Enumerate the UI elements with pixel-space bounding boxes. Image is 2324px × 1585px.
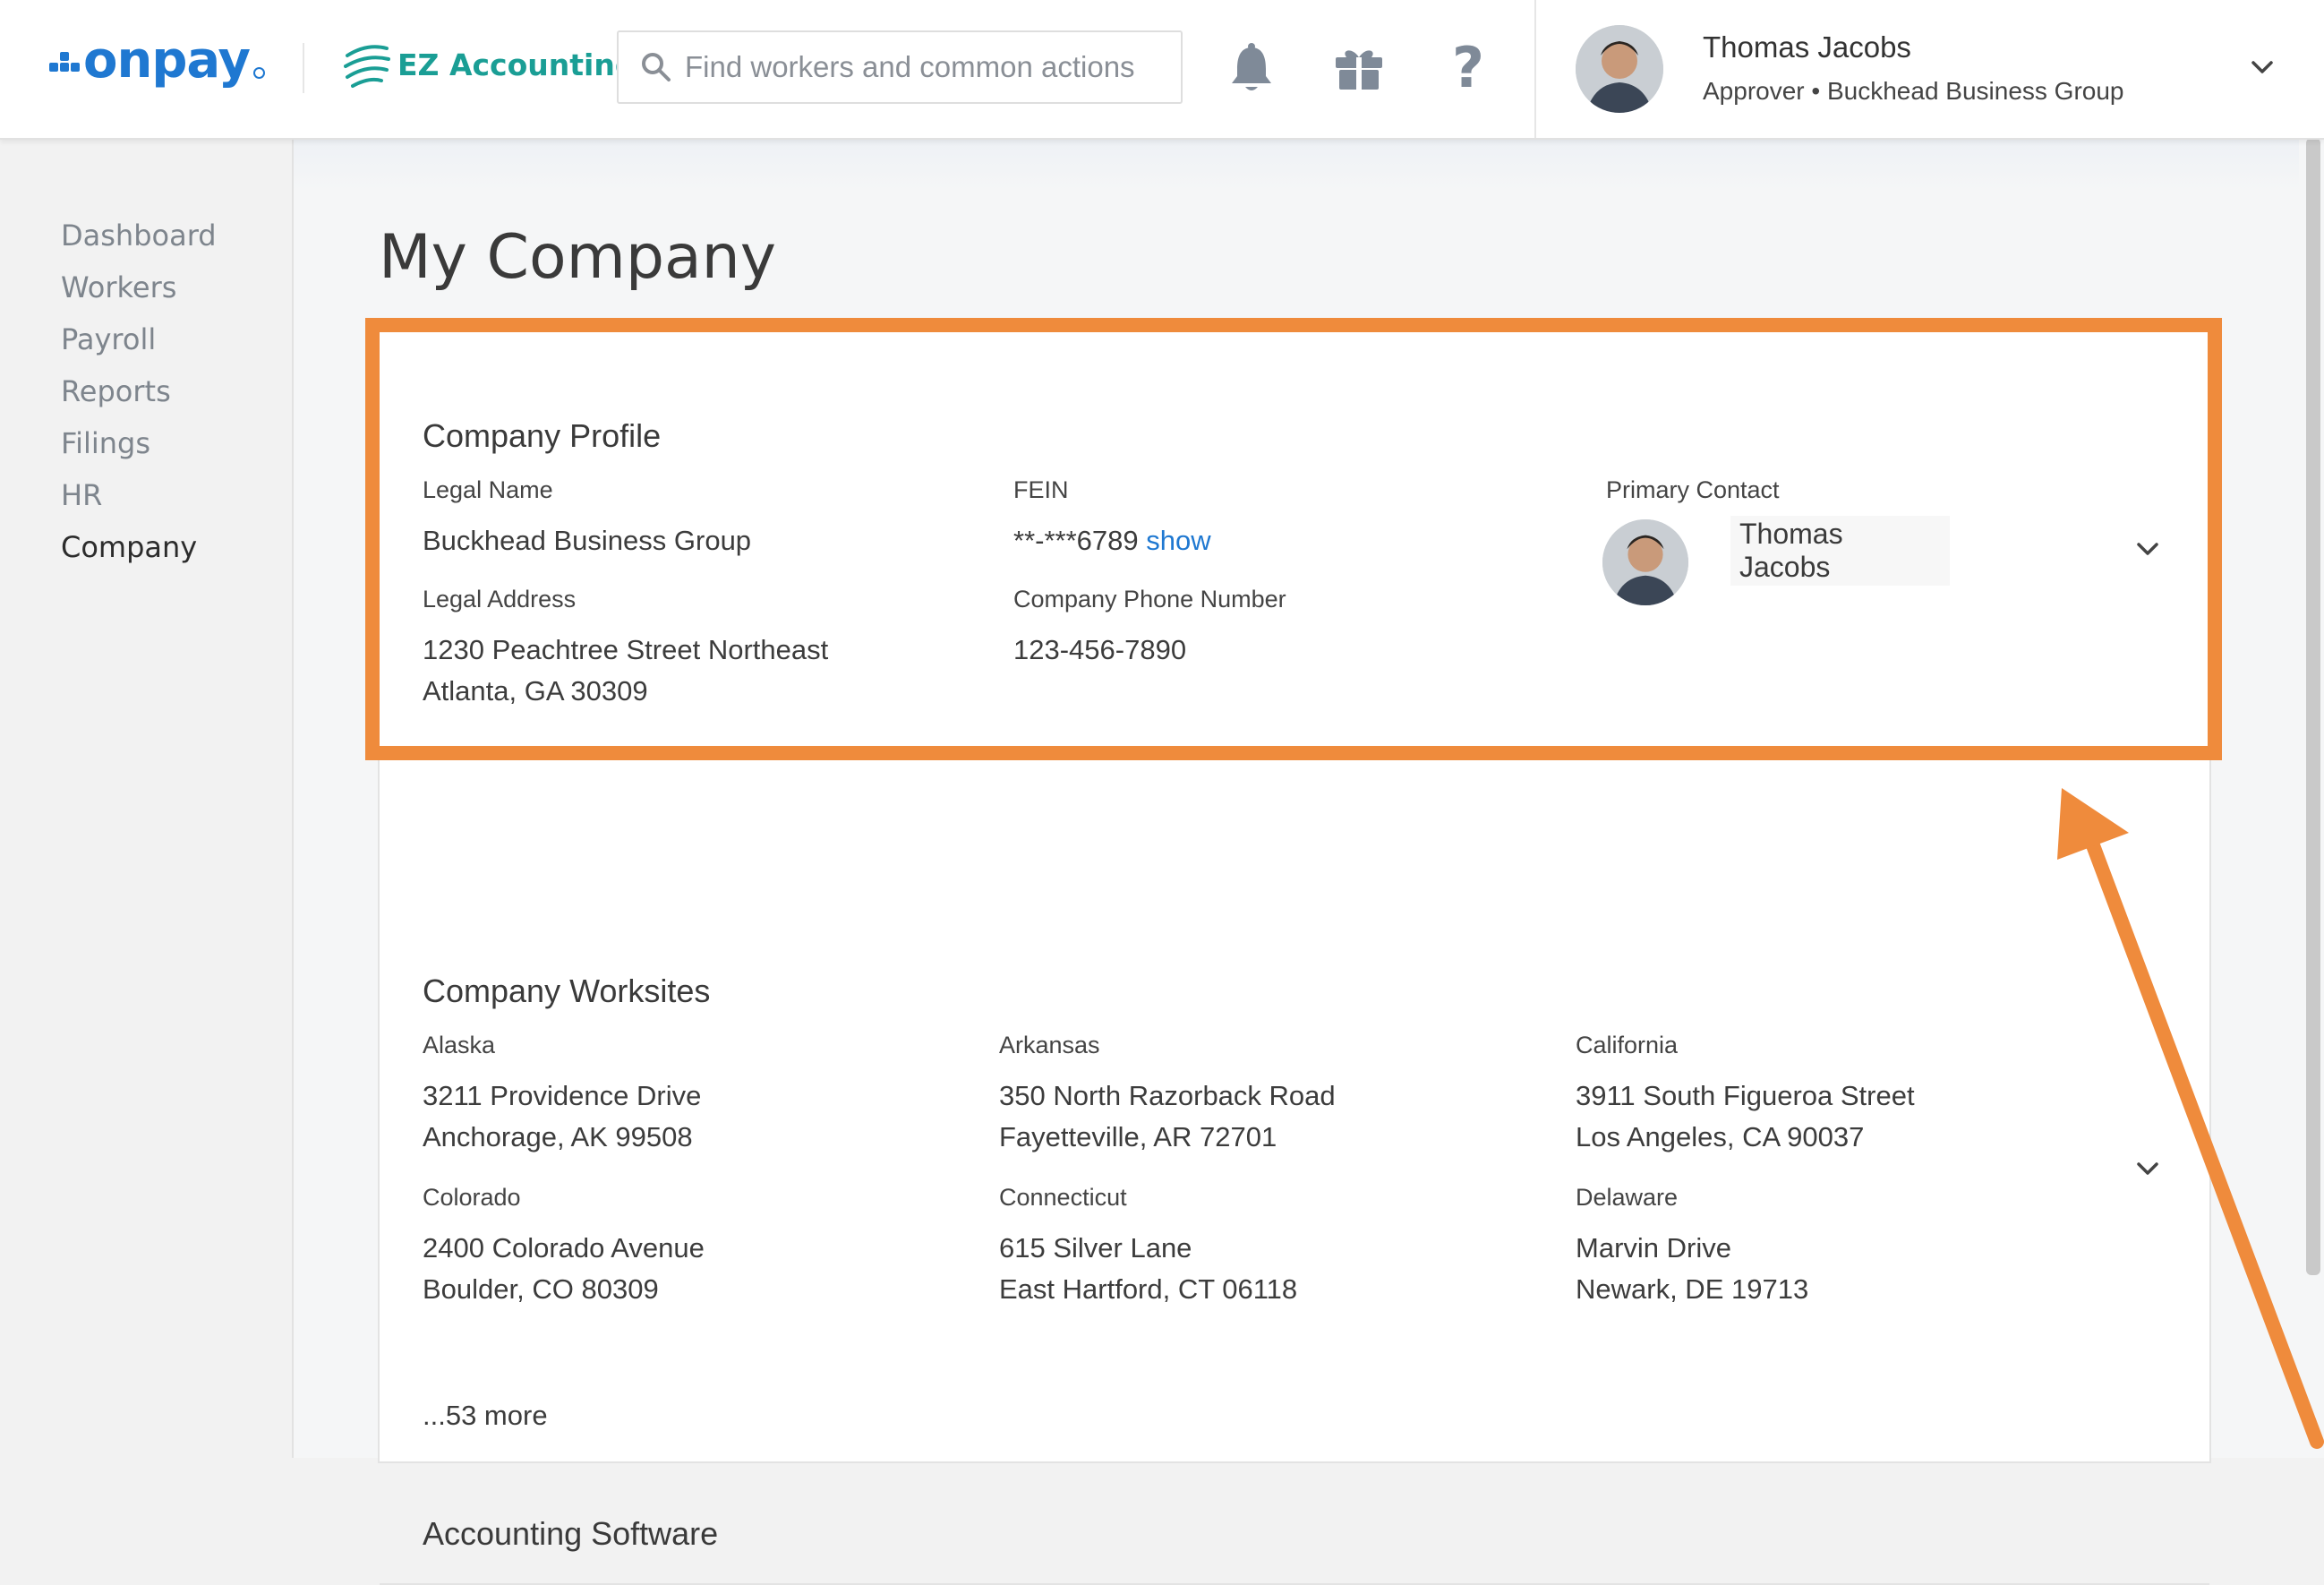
- gift-icon: [1336, 50, 1382, 90]
- notifications-button[interactable]: [1223, 39, 1280, 97]
- gifts-button[interactable]: [1330, 39, 1388, 97]
- ez-accounting-label: EZ Accounting: [397, 47, 637, 82]
- annotation-arrow-icon: [2057, 788, 2324, 1449]
- help-button[interactable]: ?: [1440, 39, 1497, 97]
- user-photo-icon: [1576, 25, 1663, 113]
- help-icon: ?: [1452, 35, 1484, 100]
- ez-accounting-badge[interactable]: EZ Accounting: [342, 39, 636, 90]
- onpay-logo[interactable]: onpay: [49, 36, 265, 86]
- accounting-software-title: Accounting Software: [423, 1515, 719, 1552]
- top-header: onpay EZ Accounting Find workers and com…: [0, 0, 2324, 140]
- user-name: Thomas Jacobs: [1703, 30, 1911, 64]
- search-input[interactable]: [683, 49, 1170, 85]
- chevron-down-icon[interactable]: [2249, 54, 2276, 81]
- user-role-company: Approver • Buckhead Business Group: [1703, 77, 2124, 105]
- bell-icon: [1232, 43, 1271, 90]
- onpay-logo-text: onpay: [83, 31, 251, 90]
- header-divider: [303, 43, 304, 93]
- user-avatar: [1576, 25, 1663, 113]
- ez-accounting-swoosh-icon: [344, 45, 390, 88]
- registered-mark-icon: [253, 66, 265, 79]
- search-box[interactable]: [617, 30, 1183, 104]
- onpay-logo-mark-icon: [49, 43, 80, 79]
- user-menu[interactable]: Thomas Jacobs Approver • Buckhead Busine…: [1534, 0, 2324, 138]
- search-icon: [642, 53, 671, 81]
